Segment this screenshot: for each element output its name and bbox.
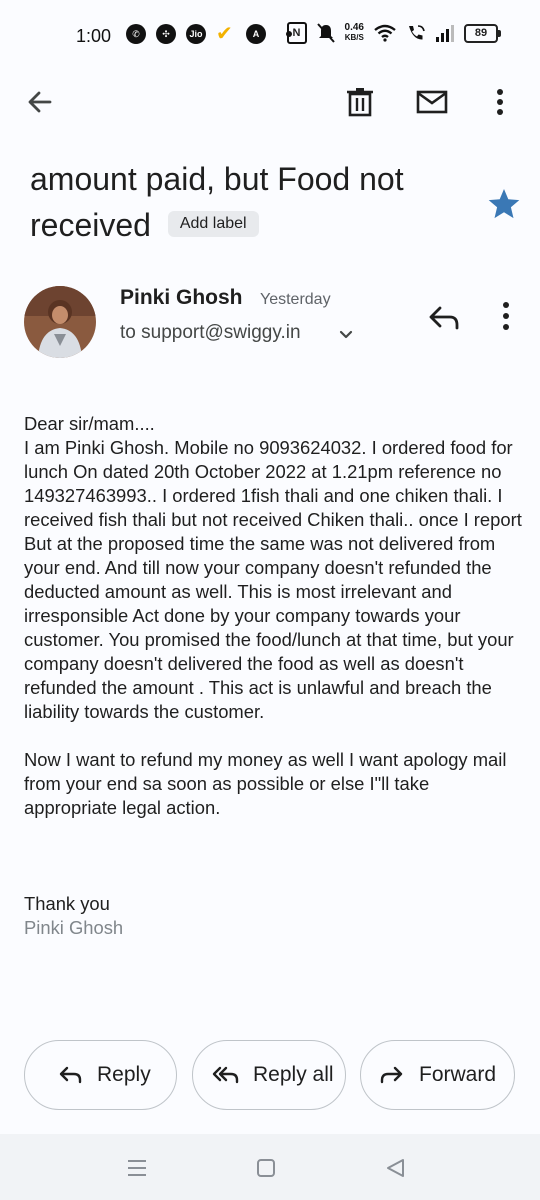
app-notification-icon: ✣: [156, 24, 176, 44]
mute-bell-icon: [316, 23, 335, 43]
reply-all-button[interactable]: Reply all: [192, 1040, 346, 1110]
more-vert-icon: [497, 89, 503, 115]
mail-icon: [416, 90, 448, 114]
network-speed-unit: KB/S: [344, 33, 364, 42]
wifi-calling-icon: [409, 25, 425, 40]
sign-off: Thank you: [24, 893, 110, 914]
email-signature: Thank you Pinki Ghosh: [24, 892, 123, 940]
back-nav-button[interactable]: [384, 1157, 406, 1179]
body-paragraph: Now I want to refund my money as well I …: [24, 749, 507, 818]
expand-details-button[interactable]: [336, 324, 356, 344]
home-square-icon: [257, 1159, 275, 1177]
sender-avatar[interactable]: [24, 286, 96, 358]
email-time: Yesterday: [260, 291, 331, 308]
whatsapp-icon: ✆: [126, 24, 146, 44]
network-speed: 0.46 KB/S: [345, 23, 364, 43]
reply-label: Reply: [97, 1063, 151, 1086]
battery-icon: 89: [464, 23, 501, 43]
system-icons: N 0.46 KB/S 89: [286, 22, 501, 44]
check-icon: ✔: [216, 23, 233, 45]
forward-label: Forward: [419, 1063, 497, 1086]
back-triangle-icon: [387, 1159, 404, 1177]
nfc-icon: N: [286, 22, 307, 44]
delete-button[interactable]: [340, 82, 380, 122]
email-subject: amount paid, but Food not received Add l…: [30, 156, 470, 248]
signature-name: Pinki Ghosh: [24, 917, 124, 938]
notification-icons: ✆ ✣ Jio ✔ A: [126, 24, 292, 44]
star-icon: [488, 189, 520, 219]
menu-lines-icon: [128, 1160, 146, 1176]
reply-icon: [59, 1066, 82, 1084]
app-bar: [0, 72, 540, 132]
recents-button[interactable]: [126, 1158, 148, 1178]
wifi-icon: [374, 24, 396, 42]
sender-name[interactable]: Pinki Ghosh: [120, 286, 243, 310]
more-options-button[interactable]: [480, 82, 520, 122]
network-speed-value: 0.46: [344, 22, 364, 33]
reply-icon: [429, 306, 459, 330]
system-navigation-bar: [0, 1134, 540, 1200]
quick-reply-button[interactable]: [424, 300, 464, 336]
body-paragraph: Dear sir/mam.... I am Pinki Ghosh. Mobil…: [24, 413, 522, 722]
status-bar: 1:00 ✆ ✣ Jio ✔ A N 0.46 KB/S 89: [0, 0, 540, 72]
signal-icon: [436, 24, 454, 42]
back-arrow-icon: [28, 91, 52, 113]
trash-icon: [347, 88, 373, 117]
add-label-chip[interactable]: Add label: [167, 210, 259, 237]
battery-level: 89: [474, 27, 488, 39]
forward-button[interactable]: Forward: [360, 1040, 515, 1110]
reply-all-label: Reply all: [253, 1063, 334, 1086]
app-a-icon: A: [246, 24, 266, 44]
mark-unread-button[interactable]: [412, 82, 452, 122]
forward-icon: [380, 1066, 403, 1084]
home-button[interactable]: [256, 1158, 276, 1178]
message-more-button[interactable]: [494, 300, 518, 334]
more-vert-icon: [503, 302, 509, 330]
recipient-line[interactable]: to support@swiggy.in: [120, 322, 301, 344]
reply-all-icon: [212, 1066, 239, 1084]
chevron-down-icon: [339, 330, 353, 339]
avatar-photo: [24, 286, 96, 358]
reply-button[interactable]: Reply: [24, 1040, 177, 1110]
email-body: Dear sir/mam.... I am Pinki Ghosh. Mobil…: [24, 412, 524, 820]
status-time: 1:00: [76, 26, 112, 46]
jio-icon: Jio: [186, 24, 206, 44]
back-button[interactable]: [20, 82, 60, 122]
star-button[interactable]: [486, 186, 522, 222]
